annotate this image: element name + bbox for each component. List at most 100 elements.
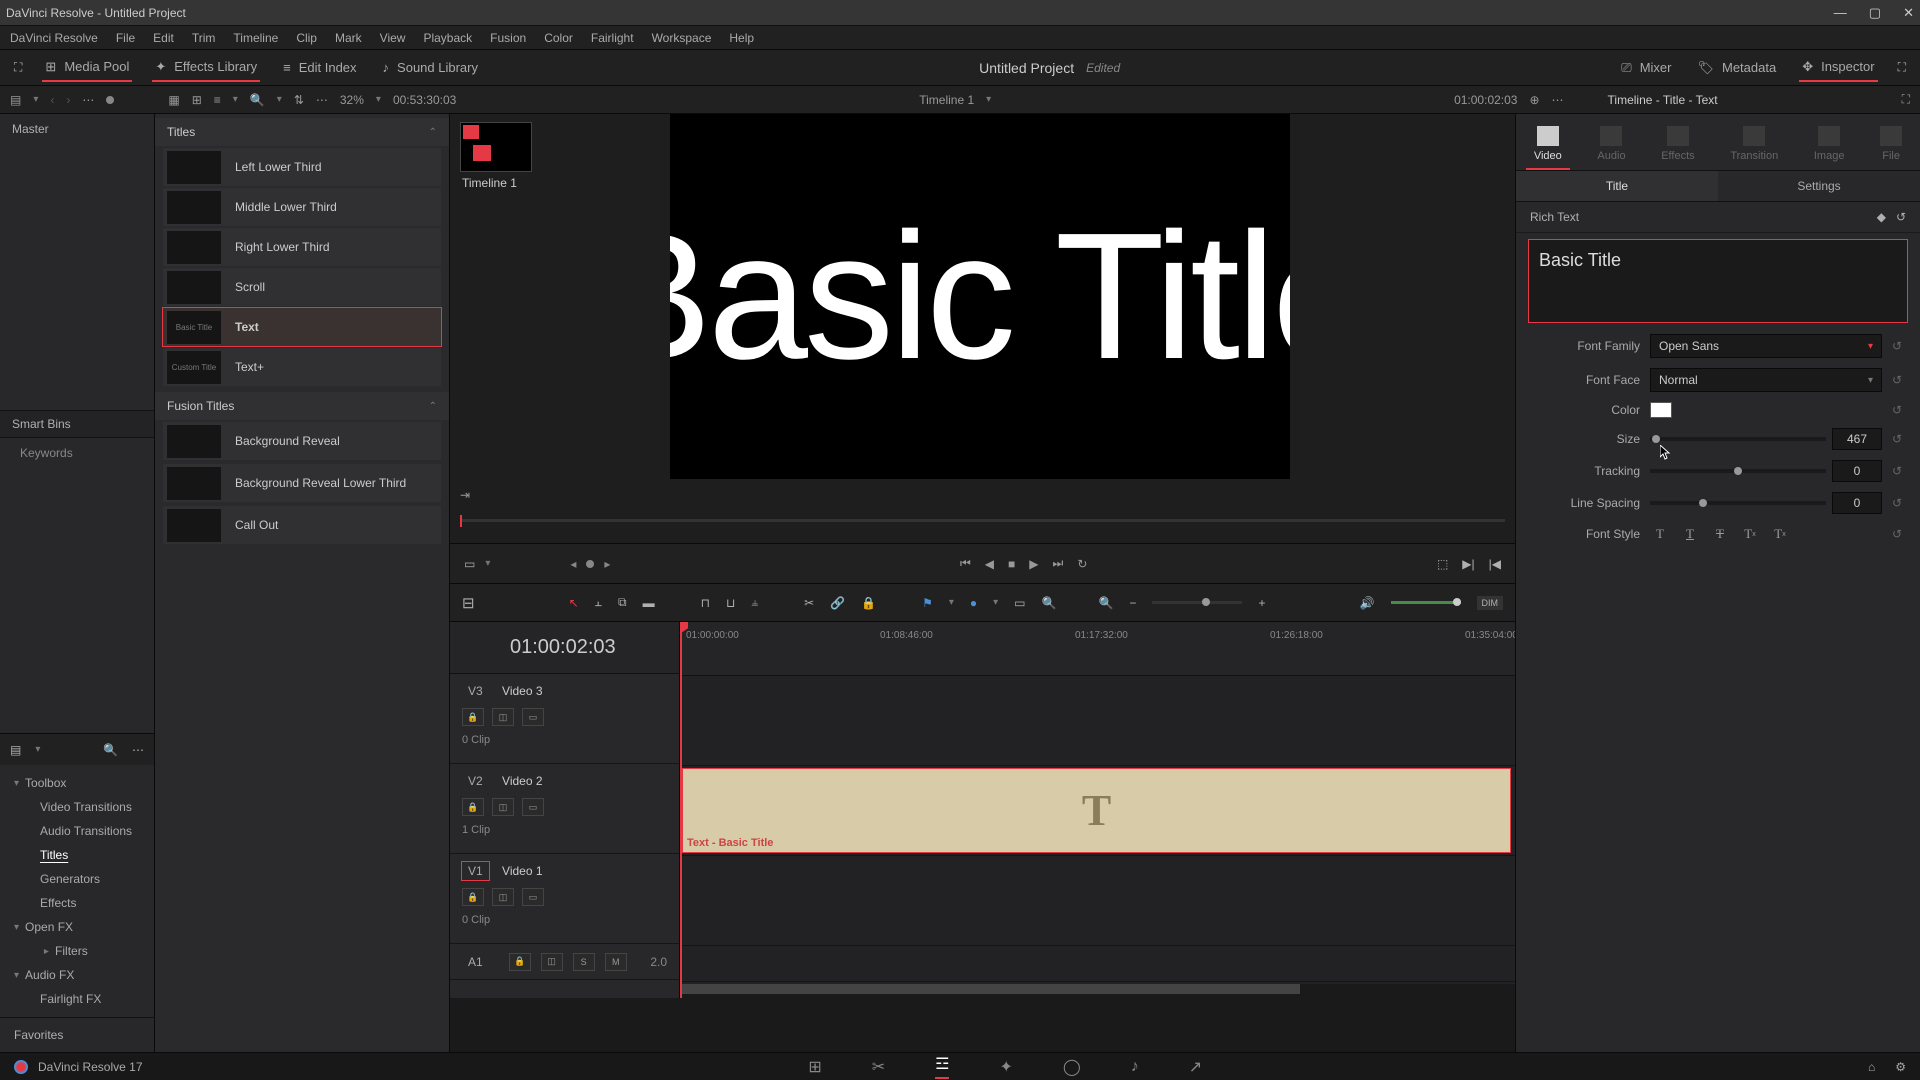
play-icon[interactable]: ▶ bbox=[1029, 557, 1038, 571]
zoom-timeline-icon[interactable]: 🔍 bbox=[1098, 596, 1113, 610]
maximize-button[interactable]: ▢ bbox=[1869, 5, 1881, 21]
fusion-titles-header[interactable]: Fusion Titles ⌃ bbox=[155, 392, 449, 420]
tree-titles[interactable]: Titles bbox=[0, 843, 154, 867]
title-text-plus[interactable]: Custom TitleText+ bbox=[163, 348, 441, 386]
font-style-super-button[interactable]: Tx bbox=[1740, 524, 1760, 544]
prev-edit-icon[interactable]: ◂ bbox=[570, 557, 576, 571]
solo-button[interactable]: S bbox=[573, 953, 595, 971]
timeline-scrollbar[interactable] bbox=[680, 984, 1515, 998]
insert-mode-icon[interactable]: ▭ bbox=[464, 557, 475, 571]
replace-clip-icon[interactable]: ⫨ bbox=[751, 595, 758, 610]
tree-generators[interactable]: Generators bbox=[0, 867, 154, 891]
sound-library-button[interactable]: ♪Sound Library bbox=[380, 55, 481, 80]
next-edit-icon[interactable]: ▸ bbox=[604, 557, 610, 571]
timeline-track-v3[interactable] bbox=[680, 676, 1515, 766]
inspector-button[interactable]: ✥Inspector bbox=[1799, 54, 1877, 82]
auto-select-icon[interactable]: ◫ bbox=[492, 888, 514, 906]
subtab-title[interactable]: Title bbox=[1516, 171, 1718, 201]
overwrite-clip-icon[interactable]: ⊔ bbox=[726, 596, 735, 610]
more-icon[interactable]: ⋯ bbox=[82, 93, 94, 107]
auto-select-icon[interactable]: ◫ bbox=[492, 708, 514, 726]
color-swatch[interactable] bbox=[1650, 402, 1672, 418]
keyframe-icon[interactable]: ◆ bbox=[1877, 210, 1886, 224]
timeline-body[interactable]: 01:00:00:00 01:08:46:00 01:17:32:00 01:2… bbox=[680, 622, 1515, 998]
rich-text-section[interactable]: Rich Text ◆↺ bbox=[1516, 202, 1920, 233]
viewer-frame[interactable]: Basic Title bbox=[670, 114, 1290, 479]
page-fairlight-icon[interactable]: ♪ bbox=[1131, 1058, 1139, 1076]
tracking-slider[interactable] bbox=[1650, 469, 1826, 473]
thumbnail-view-icon[interactable]: ▦ bbox=[168, 93, 179, 107]
link-icon[interactable]: 🔗 bbox=[830, 596, 845, 610]
effects-library-button[interactable]: ✦Effects Library bbox=[152, 54, 260, 82]
minimize-button[interactable]: — bbox=[1834, 5, 1847, 21]
marker-tool-icon[interactable]: ● bbox=[970, 596, 977, 610]
reset-icon[interactable]: ↺ bbox=[1892, 432, 1906, 446]
menu-workspace[interactable]: Workspace bbox=[652, 31, 712, 45]
reset-icon[interactable]: ↺ bbox=[1892, 403, 1906, 417]
tree-audio-transitions[interactable]: Audio Transitions bbox=[0, 819, 154, 843]
tracking-value[interactable]: 0 bbox=[1832, 460, 1882, 482]
fusion-call-out[interactable]: Call Out bbox=[163, 506, 441, 544]
nav-next-icon[interactable]: › bbox=[66, 93, 70, 107]
track-header-v3[interactable]: V3 Video 3 🔒◫▭ 0 Clip bbox=[450, 674, 679, 764]
line-spacing-value[interactable]: 0 bbox=[1832, 492, 1882, 514]
page-color-icon[interactable]: ◯ bbox=[1063, 1057, 1081, 1077]
timeline-track-v2[interactable]: T Text - Basic Title bbox=[680, 766, 1515, 856]
record-icon[interactable] bbox=[106, 96, 114, 104]
inspector-tab-file[interactable]: File bbox=[1872, 120, 1910, 170]
timeline-ruler[interactable]: 01:00:00:00 01:08:46:00 01:17:32:00 01:2… bbox=[680, 622, 1515, 676]
list-view-icon[interactable]: ≡ bbox=[214, 93, 221, 107]
go-end-icon[interactable]: ⏭ bbox=[1053, 556, 1064, 571]
more-icon[interactable]: ⋯ bbox=[132, 743, 144, 757]
track-header-a1[interactable]: A1 🔒 ◫ S M 2.0 bbox=[450, 944, 679, 980]
zoom-slider[interactable] bbox=[1152, 601, 1242, 604]
master-bin[interactable]: Master bbox=[0, 114, 154, 144]
frame-icon[interactable]: ▭ bbox=[1014, 596, 1025, 610]
subtab-settings[interactable]: Settings bbox=[1718, 171, 1920, 201]
page-fusion-icon[interactable]: ✦ bbox=[999, 1057, 1012, 1077]
lock-track-icon[interactable]: 🔒 bbox=[462, 708, 484, 726]
timeline-track-a1[interactable] bbox=[680, 946, 1515, 982]
title-left-lower-third[interactable]: Left Lower Third bbox=[163, 148, 441, 186]
smart-bins-header[interactable]: Smart Bins bbox=[0, 410, 154, 438]
grid-view-icon[interactable]: ⊞ bbox=[192, 93, 202, 107]
search-timeline-icon[interactable]: 🔍 bbox=[1042, 596, 1057, 610]
jump-next-icon[interactable]: ⇥ bbox=[460, 488, 470, 502]
reset-icon[interactable]: ↺ bbox=[1892, 373, 1906, 387]
media-pool-button[interactable]: ⊞Media Pool bbox=[42, 54, 132, 82]
lock-icon[interactable]: 🔒 bbox=[861, 596, 876, 610]
reset-icon[interactable]: ↺ bbox=[1896, 210, 1906, 224]
volume-slider[interactable] bbox=[1391, 601, 1461, 604]
nav-prev-icon[interactable]: ‹ bbox=[50, 93, 54, 107]
lock-track-icon[interactable]: 🔒 bbox=[462, 798, 484, 816]
tree-toolbox[interactable]: ▾Toolbox bbox=[0, 771, 154, 795]
fusion-bg-reveal-lower[interactable]: Background Reveal Lower Third bbox=[163, 464, 441, 502]
tree-openfx[interactable]: ▾Open FX bbox=[0, 915, 154, 939]
inspector-tab-video[interactable]: Video bbox=[1526, 120, 1570, 170]
mute-button[interactable]: M bbox=[605, 953, 627, 971]
mixer-button[interactable]: ⎚Mixer bbox=[1618, 55, 1674, 81]
match-frame-icon[interactable]: ⬚ bbox=[1437, 557, 1448, 571]
font-style-underline-button[interactable]: T bbox=[1680, 524, 1700, 544]
dynamic-trim-icon[interactable]: ⧉ bbox=[618, 595, 627, 610]
timeline-timecode[interactable]: 01:00:02:03 bbox=[450, 622, 679, 674]
auto-select-icon[interactable]: ◫ bbox=[492, 798, 514, 816]
reset-icon[interactable]: ↺ bbox=[1892, 527, 1906, 541]
prev-clip-icon[interactable]: |◀ bbox=[1489, 557, 1501, 571]
menu-timeline[interactable]: Timeline bbox=[233, 31, 278, 45]
font-face-dropdown[interactable]: Normal▾ bbox=[1650, 368, 1882, 392]
collapse-icon[interactable]: ⌃ bbox=[429, 127, 437, 138]
arrow-tool-icon[interactable]: ↖ bbox=[569, 596, 579, 610]
track-header-v1[interactable]: V1 Video 1 🔒◫▭ 0 Clip bbox=[450, 854, 679, 944]
search-icon[interactable]: 🔍 bbox=[103, 743, 118, 757]
lock-track-icon[interactable]: 🔒 bbox=[462, 888, 484, 906]
expand-icon[interactable]: ⛶ bbox=[1898, 60, 1906, 75]
menu-mark[interactable]: Mark bbox=[335, 31, 362, 45]
chevron-down-icon[interactable]: ▾ bbox=[485, 558, 490, 569]
reset-icon[interactable]: ↺ bbox=[1892, 339, 1906, 353]
page-edit-icon[interactable]: ☲ bbox=[935, 1054, 949, 1079]
line-spacing-slider[interactable] bbox=[1650, 501, 1826, 505]
reset-icon[interactable]: ↺ bbox=[1892, 464, 1906, 478]
menu-file[interactable]: File bbox=[116, 31, 135, 45]
menu-view[interactable]: View bbox=[380, 31, 406, 45]
